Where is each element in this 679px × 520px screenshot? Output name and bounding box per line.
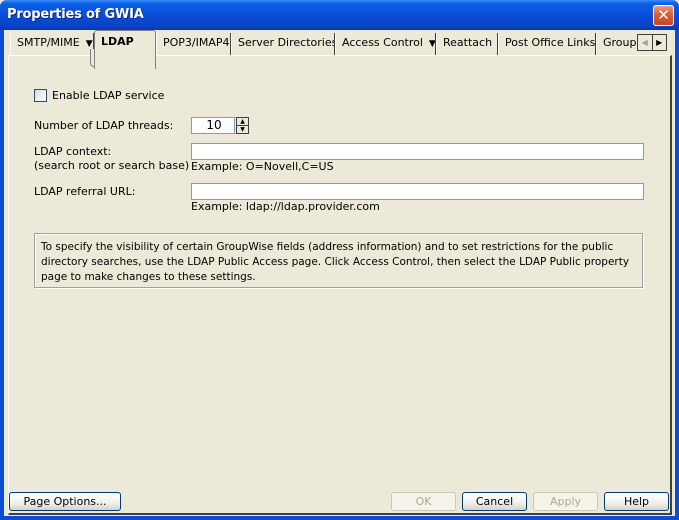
tab-strip: SMTP/MIME ▼ LDAP POP3/IMAP4 Server Direct…: [8, 30, 636, 69]
threads-spinner[interactable]: ▲ ▼: [236, 117, 249, 134]
tab-pop3-imap4[interactable]: POP3/IMAP4: [156, 33, 231, 55]
page-options-button[interactable]: Page Options...: [9, 492, 121, 511]
tab-label: Post Office Links: [505, 36, 596, 49]
tab-scroll-buttons: ◀ ▶: [637, 34, 667, 51]
tab-groupwise[interactable]: GroupWise: [596, 33, 636, 55]
enable-ldap-row[interactable]: Enable LDAP service: [34, 89, 164, 102]
spin-down-icon[interactable]: ▼: [237, 126, 248, 133]
ldap-referral-url-input[interactable]: [191, 183, 644, 200]
tab-ldap[interactable]: LDAP: [94, 30, 156, 69]
tab-smtp-mime[interactable]: SMTP/MIME ▼: [10, 33, 94, 55]
properties-window: Properties of GWIA ✕ SMTP/MIME ▼ LDAP POP…: [0, 0, 679, 520]
title-bar[interactable]: Properties of GWIA ✕: [0, 0, 679, 30]
tab-label: Server Directories: [238, 36, 335, 49]
close-icon: ✕: [657, 6, 670, 24]
enable-ldap-label: Enable LDAP service: [52, 89, 165, 102]
tab-server-directories[interactable]: Server Directories: [231, 33, 335, 55]
scroll-right-icon[interactable]: ▶: [653, 35, 667, 50]
context-sublabel: (search root or search base): [34, 159, 190, 172]
referral-label: LDAP referral URL:: [34, 185, 136, 198]
tab-label: LDAP: [101, 35, 134, 48]
context-example: Example: O=Novell,C=US: [191, 160, 334, 173]
spin-up-icon[interactable]: ▲: [237, 118, 248, 126]
tab-label: Access Control: [342, 36, 423, 49]
scroll-left-icon[interactable]: ◀: [638, 35, 653, 50]
tab-reattach[interactable]: Reattach: [436, 33, 498, 55]
enable-ldap-checkbox[interactable]: [34, 89, 47, 102]
tab-label: SMTP/MIME: [17, 36, 80, 49]
context-label: LDAP context:: [34, 145, 112, 158]
threads-input[interactable]: 10: [191, 117, 235, 134]
info-note: To specify the visibility of certain Gro…: [34, 233, 643, 288]
close-button[interactable]: ✕: [653, 5, 674, 26]
referral-example: Example: ldap://ldap.provider.com: [191, 200, 380, 213]
ok-button[interactable]: OK: [391, 492, 456, 511]
tab-label: POP3/IMAP4: [163, 36, 230, 49]
help-button[interactable]: Help: [604, 492, 669, 511]
tab-label: GroupWise: [603, 36, 636, 49]
tab-label: Reattach: [443, 36, 493, 49]
chevron-down-icon[interactable]: ▼: [429, 34, 435, 54]
apply-button[interactable]: Apply: [533, 492, 598, 511]
cancel-button[interactable]: Cancel: [462, 492, 527, 511]
ldap-context-input[interactable]: [191, 143, 644, 160]
threads-label: Number of LDAP threads:: [34, 119, 174, 132]
window-title: Properties of GWIA: [7, 7, 144, 22]
tab-post-office-links[interactable]: Post Office Links: [498, 33, 596, 55]
tab-access-control[interactable]: Access Control ▼: [335, 33, 436, 55]
